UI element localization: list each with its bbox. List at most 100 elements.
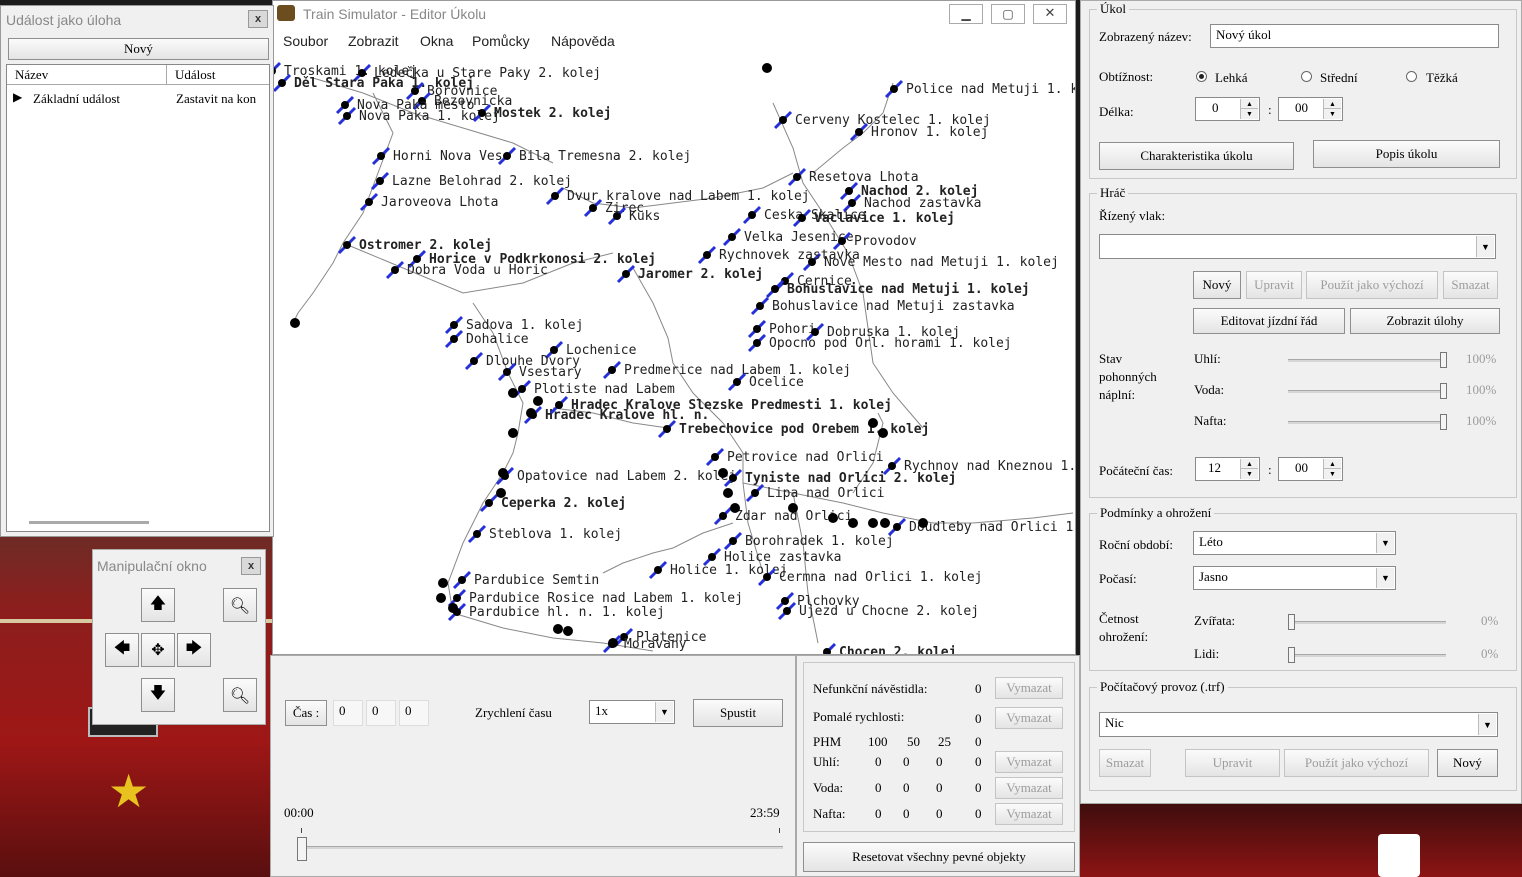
length-minutes-spinner[interactable]: 00 ▲ ▼ bbox=[1278, 97, 1343, 121]
map-station[interactable]: Dohalice bbox=[444, 329, 529, 349]
difficulty-medium-label[interactable]: Střední bbox=[1320, 70, 1358, 86]
traffic-delete-button[interactable]: Smazat bbox=[1099, 749, 1151, 777]
map-station[interactable]: Rychnovek zastavka bbox=[697, 245, 860, 265]
zoom-in-button[interactable]: 🔍︎ bbox=[223, 588, 257, 622]
map-station[interactable]: Bohuslavice nad Metuji 1. kolej bbox=[765, 279, 1030, 299]
characteristics-button[interactable]: Charakteristika úkolu bbox=[1099, 142, 1294, 170]
map-station[interactable]: Petrovice nad Orlici bbox=[705, 447, 884, 467]
spinner-arrows[interactable]: ▲ ▼ bbox=[1240, 99, 1258, 119]
time-button[interactable]: Čas : bbox=[285, 700, 327, 726]
chevron-down-icon[interactable]: ▼ bbox=[1376, 533, 1394, 553]
move-up-button[interactable]: 🡅 bbox=[141, 588, 175, 622]
event-panel-close-button[interactable]: x bbox=[248, 10, 268, 28]
fill-slider-thumb[interactable] bbox=[1440, 383, 1447, 399]
start-hours-spinner[interactable]: 12 ▲ ▼ bbox=[1195, 457, 1260, 481]
weather-select[interactable]: Jasno ▼ bbox=[1193, 566, 1396, 590]
difficulty-easy-label[interactable]: Lehká bbox=[1215, 70, 1247, 86]
menu-soubor[interactable]: Soubor bbox=[283, 33, 328, 49]
train-select[interactable]: ▼ bbox=[1099, 234, 1496, 259]
map-station[interactable]: Plotiste nad Labem bbox=[512, 379, 675, 399]
table-row[interactable]: ▶ Základní událost Zastavit na kon bbox=[7, 89, 269, 109]
map-station[interactable]: Dvur kralove nad Labem 1. kolej bbox=[545, 186, 810, 206]
map-station[interactable]: Borohradek 1. kolej bbox=[723, 531, 894, 551]
event-new-button[interactable]: Nový bbox=[8, 38, 269, 60]
map-station[interactable]: Rychnov nad Kneznou 1. kolej bbox=[882, 456, 1075, 476]
railway-map[interactable]: Troskami 1. kolejLedečka u Stare Paky 2.… bbox=[273, 53, 1075, 654]
map-station[interactable]: Lipa nad Orlici bbox=[745, 483, 884, 503]
player-default-button[interactable]: Použít jako výchozí bbox=[1306, 271, 1438, 299]
clear-fuel-button[interactable]: Vymazat bbox=[995, 751, 1063, 773]
row-expand-icon[interactable]: ▶ bbox=[13, 90, 22, 105]
map-station[interactable]: Opocno pod Orl. horami 1. kolej bbox=[747, 333, 1012, 353]
map-station[interactable]: Jaroveova Lhota bbox=[359, 192, 498, 212]
chevron-down-icon[interactable]: ▼ bbox=[1476, 236, 1494, 257]
chevron-down-icon[interactable]: ▼ bbox=[1478, 714, 1496, 735]
start-minutes-spinner[interactable]: 00 ▲ ▼ bbox=[1278, 457, 1343, 481]
spinner-arrows[interactable]: ▲ ▼ bbox=[1323, 459, 1341, 479]
fill-slider-thumb[interactable] bbox=[1440, 352, 1447, 368]
display-name-input[interactable]: Nový úkol bbox=[1210, 24, 1499, 48]
traffic-new-button[interactable]: Nový bbox=[1437, 749, 1498, 777]
chevron-down-icon[interactable]: ▼ bbox=[1376, 568, 1394, 588]
difficulty-hard-label[interactable]: Těžká bbox=[1426, 70, 1458, 86]
map-station[interactable]: Vaclavice 1. kolej bbox=[792, 208, 955, 228]
fill-slider-track[interactable] bbox=[1288, 359, 1446, 362]
time-slider-thumb[interactable] bbox=[297, 837, 307, 861]
map-station[interactable]: Dobra Voda u Horic bbox=[385, 260, 548, 280]
map-station[interactable]: Hradec Kralove Slezske Predmesti 1. kole… bbox=[549, 395, 892, 415]
time-minutes-field[interactable]: 0 bbox=[366, 700, 396, 726]
column-header-event[interactable]: Událost bbox=[167, 65, 269, 85]
map-station[interactable]: Ujezd u Chocne 2. kolej bbox=[777, 601, 979, 621]
menu-pomucky[interactable]: Pomůcky bbox=[472, 33, 530, 49]
map-station[interactable]: Pohori bbox=[747, 319, 816, 339]
threat-slider-track[interactable] bbox=[1288, 621, 1446, 624]
map-station[interactable]: Nova Paka 1. kolej bbox=[337, 106, 500, 126]
run-button[interactable]: Spustit bbox=[693, 699, 783, 727]
map-station[interactable]: Steblova 1. kolej bbox=[467, 524, 622, 544]
difficulty-medium-radio[interactable] bbox=[1301, 71, 1312, 82]
show-tasks-button[interactable]: Zobrazit úlohy bbox=[1350, 308, 1500, 334]
event-list[interactable]: Název Událost ▶ Základní událost Zastavi… bbox=[6, 64, 270, 532]
map-station[interactable]: Mostek 2. kolej bbox=[472, 103, 611, 123]
map-station[interactable]: Police nad Metuji 1. kolej bbox=[884, 79, 1075, 99]
edit-timetable-button[interactable]: Editovat jízdní řád bbox=[1193, 308, 1345, 334]
spinner-arrows[interactable]: ▲ ▼ bbox=[1323, 99, 1341, 119]
map-station[interactable]: Vsestary bbox=[497, 362, 582, 382]
map-station[interactable]: Lazne Belohrad 2. kolej bbox=[370, 171, 572, 191]
map-station[interactable]: Opatovice nad Labem 2. kolej bbox=[495, 466, 736, 486]
clear-fuel-button[interactable]: Vymazat bbox=[995, 777, 1063, 799]
player-edit-button[interactable]: Upravit bbox=[1246, 271, 1302, 299]
close-button[interactable]: ✕ bbox=[1033, 4, 1067, 24]
minimize-button[interactable]: ▁ bbox=[949, 4, 983, 24]
clear-speeds-button[interactable]: Vymazat bbox=[995, 707, 1063, 729]
difficulty-hard-radio[interactable] bbox=[1406, 71, 1417, 82]
threat-slider-track[interactable] bbox=[1288, 654, 1446, 657]
map-station[interactable]: Bila Tremesna 2. kolej bbox=[497, 146, 691, 166]
manipulation-close-button[interactable]: x bbox=[241, 557, 261, 575]
map-station[interactable]: Ostromer 2. kolej bbox=[337, 235, 492, 255]
column-header-name[interactable]: Název bbox=[7, 65, 167, 85]
map-station[interactable]: Resetova Lhota bbox=[787, 167, 919, 187]
spinner-arrows[interactable]: ▲ ▼ bbox=[1240, 459, 1258, 479]
map-station[interactable]: Bohuslavice nad Metuji zastavka bbox=[750, 296, 1015, 316]
description-button[interactable]: Popis úkolu bbox=[1313, 140, 1500, 168]
time-hours-field[interactable]: 0 bbox=[333, 700, 363, 726]
map-station[interactable]: Chocen 2. kolej bbox=[819, 642, 956, 654]
move-left-button[interactable]: 🡄 bbox=[105, 633, 139, 667]
time-seconds-field[interactable]: 0 bbox=[399, 700, 429, 726]
season-select[interactable]: Léto ▼ bbox=[1193, 531, 1396, 555]
traffic-default-button[interactable]: Použít jako výchozí bbox=[1284, 749, 1429, 777]
reset-objects-button[interactable]: Resetovat všechny pevné objekty bbox=[803, 842, 1075, 872]
traffic-select[interactable]: Nic ▼ bbox=[1099, 712, 1498, 737]
difficulty-easy-radio[interactable] bbox=[1196, 71, 1207, 82]
map-station[interactable]: Pardubice Rosice nad Labem 1. kolej bbox=[447, 588, 743, 608]
horizontal-scrollbar[interactable] bbox=[29, 521, 149, 524]
targa-icon[interactable] bbox=[1378, 834, 1420, 877]
map-station[interactable]: Pardubice Semtin bbox=[452, 570, 599, 590]
menu-zobrazit[interactable]: Zobrazit bbox=[348, 33, 399, 49]
move-down-button[interactable]: 🡇 bbox=[141, 678, 175, 712]
map-station[interactable]: Doudleby nad Orlici 1. kolej bbox=[887, 517, 1075, 537]
chevron-down-icon[interactable]: ▼ bbox=[655, 702, 673, 722]
maximize-button[interactable]: ▢ bbox=[991, 4, 1025, 24]
time-slider-track[interactable] bbox=[299, 846, 783, 849]
